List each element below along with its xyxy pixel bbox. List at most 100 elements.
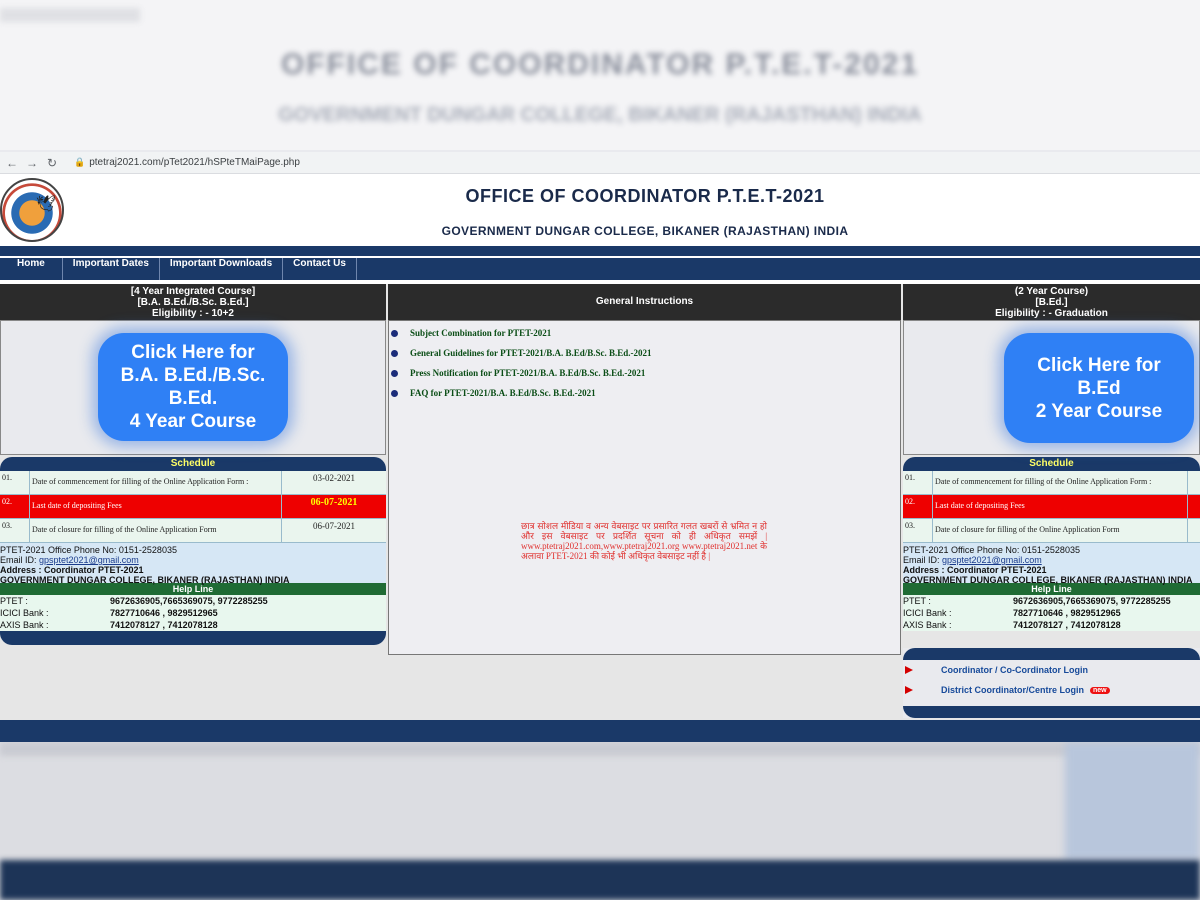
schedule-date-clipped (1188, 519, 1200, 542)
helpline-value: 7827710646 , 9829512965 (1013, 608, 1121, 618)
right-column: (2 Year Course) [B.Ed.] Eligibility : - … (903, 284, 1200, 718)
left-course-degree: [B.A. B.Ed./B.Sc. B.Ed.] (137, 297, 249, 308)
login-panel: Coordinator / Co-Cordinator Login Distri… (903, 648, 1200, 718)
coordinator-login-link[interactable]: Coordinator / Co-Cordinator Login (903, 660, 1200, 680)
instruction-label: Subject Combination for PTET-2021 (410, 328, 552, 338)
arrow-right-icon (905, 686, 913, 694)
schedule-row: 03. Date of closure for filling of the O… (0, 519, 386, 543)
schedule-header: Schedule (903, 457, 1200, 471)
college-name: GOVERNMENT DUNGAR COLLEGE, BIKANER (RAJA… (0, 575, 290, 585)
left-course-type: [4 Year Integrated Course] (130, 286, 256, 297)
schedule-row: 01. Date of commencement for filling of … (0, 471, 386, 495)
schedule-desc: Last date of depositing Fees (30, 495, 282, 518)
email-link[interactable]: gpsptet2021@gmail.com (39, 555, 139, 565)
blurred-title: OFFICE OF COORDINATOR P.T.E.T-2021 (280, 48, 920, 81)
four-year-course-button-label: Click Here for B.A. B.Ed./B.Sc. B.Ed. 4 … (120, 342, 266, 432)
login-label: District Coordinator/Centre Login (941, 685, 1085, 695)
office-phone: PTET-2021 Office Phone No: 0151-2528035 (0, 545, 177, 555)
nav-contact-us[interactable]: Contact Us (283, 258, 357, 280)
left-course-header: [4 Year Integrated Course] [B.A. B.Ed./B… (0, 284, 386, 320)
right-course-box: Click Here for B.Ed 2 Year Course (903, 320, 1200, 455)
instruction-label: Press Notification for PTET-2021/B.A. B.… (410, 368, 646, 378)
left-eligibility: Eligibility : - 10+2 (152, 308, 234, 319)
email-line: Email ID: gpsptet2021@gmail.com (0, 555, 386, 565)
right-eligibility: Eligibility : - Graduation (995, 308, 1108, 319)
official-website-notice: छात्र सोशल मीडिया व अन्य वेबसाइट पर प्रस… (521, 521, 767, 561)
helpline-table: PTET :9672636905,7665369075, 9772285255 … (903, 595, 1200, 631)
schedule-row: 02. Last date of depositing Fees 06-07-2… (0, 495, 386, 519)
address: Address : Coordinator PTET-2021 (0, 565, 386, 575)
browser-window: ← → ↻ 🔒 ptetraj2021.com/pTet2021/hSPteTM… (0, 152, 1200, 744)
schedule-desc: Date of closure for filling of the Onlin… (933, 519, 1188, 542)
instruction-link-subject-combination[interactable]: Subject Combination for PTET-2021 (389, 323, 900, 343)
address-bar[interactable]: ptetraj2021.com/pTet2021/hSPteTMaiPage.p… (89, 157, 300, 168)
helpline-value: 9672636905,7665369075, 9772285255 (110, 596, 268, 606)
page-subtitle: GOVERNMENT DUNGAR COLLEGE, BIKANER (RAJA… (441, 224, 849, 238)
schedule-num: 02. (903, 495, 933, 518)
address-title: Address : Coordinator PTET-2021 (0, 565, 144, 575)
helpline-label: AXIS Bank : (0, 620, 49, 630)
schedule-num: 03. (0, 519, 30, 542)
lock-icon: 🔒 (74, 157, 86, 167)
schedule-date-clipped (1188, 495, 1200, 518)
helpline-footer (0, 631, 386, 645)
helpline-row: ICICI Bank : 7827710646 , 9829512965 (0, 607, 386, 619)
schedule-row: 01. Date of commencement for filling of … (903, 471, 1200, 495)
instruction-link-press-notification[interactable]: Press Notification for PTET-2021/B.A. B.… (389, 363, 900, 383)
two-year-course-button-label: Click Here for B.Ed 2 Year Course (1035, 354, 1163, 422)
blurred-footer (0, 860, 1200, 900)
nav-important-dates[interactable]: Important Dates (63, 258, 160, 280)
login-panel-bottom (903, 706, 1200, 718)
page-title: OFFICE OF COORDINATOR P.T.E.T-2021 (465, 186, 825, 206)
helpline-row: ICICI Bank : 7827710646 , 9829512965 (903, 607, 1200, 619)
instruction-link-faq[interactable]: FAQ for PTET-2021/B.A. B.Ed/B.Sc. B.Ed.-… (389, 383, 900, 403)
four-year-course-button[interactable]: Click Here for B.A. B.Ed./B.Sc. B.Ed. 4 … (98, 333, 288, 441)
email-label: Email ID: (903, 555, 943, 565)
browser-toolbar: ← → ↻ 🔒 ptetraj2021.com/pTet2021/hSPteTM… (0, 152, 1200, 174)
two-year-course-button[interactable]: Click Here for B.Ed 2 Year Course (1004, 333, 1194, 443)
blurred-panel (1065, 742, 1200, 860)
right-course-type: (2 Year Course) (1014, 286, 1089, 297)
helpline-row: AXIS Bank : 7412078127 , 7412078128 (0, 619, 386, 631)
schedule-date: 06-07-2021 (313, 521, 355, 531)
schedule-date: 06-07-2021 (310, 497, 358, 508)
main-content: [4 Year Integrated Course] [B.A. B.Ed./B… (0, 284, 1200, 720)
helpline-label: ICICI Bank : (903, 608, 952, 618)
nav-important-downloads[interactable]: Important Downloads (160, 258, 284, 280)
email-link[interactable]: gpsptet2021@gmail.com (942, 555, 1042, 565)
blurred-tab (0, 8, 140, 22)
forward-icon[interactable]: → (24, 156, 40, 170)
schedule-num: 01. (903, 471, 933, 494)
header-band (0, 246, 1200, 256)
arrow-right-icon (905, 666, 913, 674)
instruction-label: General Guidelines for PTET-2021/B.A. B.… (410, 348, 652, 358)
instruction-label: FAQ for PTET-2021/B.A. B.Ed/B.Sc. B.Ed.-… (410, 388, 596, 398)
center-column: General Instructions Subject Combination… (388, 284, 901, 655)
helpline-value: 7827710646 , 9829512965 (110, 608, 218, 618)
main-nav: Home Important Dates Important Downloads… (0, 258, 1200, 280)
bullet-icon (391, 329, 398, 337)
email-label: Email ID: (0, 555, 40, 565)
instructions-header: General Instructions (388, 284, 901, 320)
back-icon[interactable]: ← (4, 156, 20, 170)
helpline-label: ICICI Bank : (0, 608, 49, 618)
helpline-row: PTET : 9672636905,7665369075, 9772285255 (0, 595, 386, 607)
address: Address : Coordinator PTET-2021 (903, 565, 1200, 575)
helpline-row: PTET : 9672636905,7665369075, 9772285255 (903, 595, 1200, 607)
nav-home[interactable]: Home (0, 258, 63, 280)
reload-icon[interactable]: ↻ (44, 156, 60, 170)
helpline-value: 9672636905,7665369075, 9772285255 (1013, 596, 1171, 606)
instructions-box: Subject Combination for PTET-2021 Genera… (388, 320, 901, 655)
schedule-num: 01. (0, 471, 30, 494)
blurred-backdrop-bottom (0, 742, 1200, 900)
office-phone: PTET-2021 Office Phone No: 0151-2528035 (903, 545, 1080, 555)
left-column: [4 Year Integrated Course] [B.A. B.Ed./B… (0, 284, 386, 645)
helpline-value: 7412078127 , 7412078128 (110, 620, 218, 630)
right-course-degree: [B.Ed.] (1035, 297, 1068, 308)
contact-info: PTET-2021 Office Phone No: 0151-2528035 … (903, 543, 1200, 585)
schedule-date: 03-02-2021 (313, 473, 355, 483)
address-title: Address : Coordinator PTET-2021 (903, 565, 1047, 575)
contact-info: PTET-2021 Office Phone No: 0151-2528035 … (0, 543, 386, 585)
instruction-link-general-guidelines[interactable]: General Guidelines for PTET-2021/B.A. B.… (389, 343, 900, 363)
district-coordinator-login-link[interactable]: District Coordinator/Centre Login new (903, 680, 1200, 700)
